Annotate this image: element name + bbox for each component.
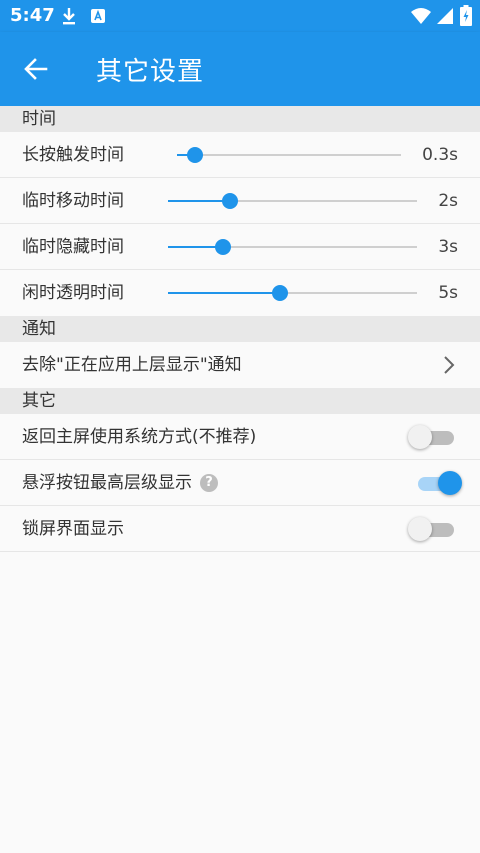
- setting-label: 临时移动时间: [22, 191, 124, 211]
- status-bar: 5:47: [0, 0, 480, 32]
- app-bar: 其它设置: [0, 32, 480, 106]
- setting-label: 长按触发时间: [22, 145, 124, 165]
- section-header-notify: 通知: [0, 316, 480, 342]
- temp-move-time-slider[interactable]: [168, 193, 417, 209]
- slider-thumb[interactable]: [272, 285, 289, 301]
- slider-thumb[interactable]: [214, 239, 231, 255]
- lockscreen-display-switch[interactable]: [408, 517, 458, 541]
- setting-value: 5s: [438, 283, 458, 303]
- setting-label: 返回主屏使用系统方式(不推荐): [22, 427, 257, 447]
- chevron-right-icon: [438, 354, 460, 376]
- switch-knob: [408, 517, 432, 541]
- setting-idle-transparent-time: 闲时透明时间 5s: [0, 270, 480, 316]
- slider-fill: [168, 292, 281, 294]
- status-time: 5:47: [10, 5, 55, 26]
- download-icon: [60, 6, 78, 26]
- setting-label: 临时隐藏时间: [22, 237, 124, 257]
- setting-label: 锁屏界面显示: [22, 519, 124, 539]
- slider-thumb[interactable]: [222, 193, 239, 209]
- setting-temp-hide-time: 临时隐藏时间 3s: [0, 224, 480, 270]
- slider-thumb[interactable]: [186, 147, 203, 163]
- setting-value: 3s: [438, 237, 458, 257]
- temp-hide-time-slider[interactable]: [168, 239, 417, 255]
- setting-remove-overlay-notification[interactable]: 去除"正在应用上层显示"通知: [0, 342, 480, 388]
- system-home-return-switch[interactable]: [408, 425, 458, 449]
- settings-list: 时间 长按触发时间 0.3s 临时移动时间 2s 临时隐藏时间 3s 闲时透明时…: [0, 106, 480, 552]
- battery-charging-icon: [460, 5, 472, 26]
- setting-label: 闲时透明时间: [22, 283, 124, 303]
- setting-long-press-time: 长按触发时间 0.3s: [0, 132, 480, 178]
- long-press-time-slider[interactable]: [177, 147, 401, 163]
- setting-lockscreen-display: 锁屏界面显示: [0, 506, 480, 552]
- setting-value: 2s: [438, 191, 458, 211]
- wifi-icon: [410, 7, 432, 25]
- page-title: 其它设置: [96, 57, 205, 87]
- setting-label-text: 悬浮按钮最高层级显示: [22, 473, 192, 493]
- switch-knob: [408, 425, 432, 449]
- idle-transparent-time-slider[interactable]: [168, 285, 417, 301]
- setting-label: 去除"正在应用上层显示"通知: [22, 355, 242, 375]
- slider-fill: [168, 200, 231, 202]
- section-header-other: 其它: [0, 388, 480, 414]
- help-icon[interactable]: ?: [200, 474, 218, 492]
- float-button-top-layer-switch[interactable]: [414, 471, 462, 495]
- setting-temp-move-time: 临时移动时间 2s: [0, 178, 480, 224]
- a-badge-icon: [90, 8, 106, 24]
- switch-knob: [438, 471, 462, 495]
- section-header-time: 时间: [0, 106, 480, 132]
- setting-system-home-return: 返回主屏使用系统方式(不推荐): [0, 414, 480, 460]
- back-arrow-icon[interactable]: [22, 55, 50, 83]
- setting-value: 0.3s: [422, 145, 458, 165]
- signal-icon: [436, 7, 454, 25]
- setting-label: 悬浮按钮最高层级显示?: [22, 460, 218, 506]
- setting-float-button-top-layer: 悬浮按钮最高层级显示?: [0, 460, 480, 506]
